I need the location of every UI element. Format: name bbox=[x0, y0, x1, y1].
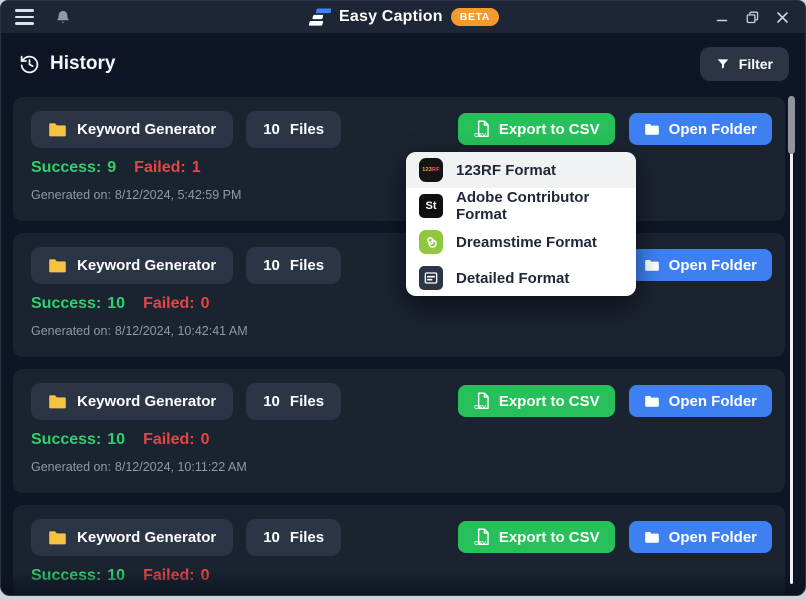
csv-file-icon: CSV bbox=[473, 392, 490, 410]
svg-text:CSV: CSV bbox=[474, 133, 486, 138]
open-folder-icon bbox=[644, 259, 660, 272]
folder-icon bbox=[48, 530, 67, 546]
source-chip-label: Keyword Generator bbox=[77, 257, 217, 274]
export-to-csv-button[interactable]: CSV Export to CSV bbox=[457, 521, 615, 553]
files-label: Files bbox=[289, 121, 325, 138]
files-label: Files bbox=[289, 257, 325, 274]
status-row: Success: 9 Failed: 1 bbox=[31, 159, 201, 177]
menu-item-adobe-contributor-format[interactable]: St Adobe Contributor Format bbox=[406, 188, 636, 224]
open-folder-button[interactable]: Open Folder bbox=[628, 249, 772, 281]
csv-file-icon: CSV bbox=[473, 528, 490, 546]
source-chip-label: Keyword Generator bbox=[77, 529, 217, 546]
123rf-icon: 123 RF bbox=[419, 158, 443, 182]
open-folder-button[interactable]: Open Folder bbox=[628, 113, 772, 145]
menu-item-label: Dreamstime Format bbox=[456, 233, 597, 251]
failed-count-text: Failed: 0 bbox=[143, 295, 210, 312]
dreamstime-spiral-icon bbox=[419, 230, 443, 254]
filter-button[interactable]: Filter bbox=[699, 47, 789, 81]
hamburger-menu-button[interactable] bbox=[15, 6, 41, 28]
detailed-list-icon bbox=[419, 266, 443, 290]
failed-count-text: Failed: 0 bbox=[143, 567, 210, 584]
window-close-button[interactable] bbox=[767, 4, 797, 30]
open-folder-icon bbox=[644, 531, 660, 544]
window-restore-button[interactable] bbox=[737, 4, 767, 30]
failed-count-text: Failed: 1 bbox=[134, 159, 201, 176]
history-card: Keyword Generator 10 Files CSV bbox=[13, 505, 785, 595]
export-button-label: Export to CSV bbox=[498, 120, 600, 138]
files-count-chip: 10 Files bbox=[246, 111, 342, 148]
history-card: Keyword Generator 10 Files CSV bbox=[13, 97, 785, 221]
history-icon bbox=[19, 54, 40, 75]
menu-item-detailed-format[interactable]: Detailed Format bbox=[406, 260, 636, 296]
history-card: Keyword Generator 10 Files CSV bbox=[13, 369, 785, 493]
app-title: Easy Caption bbox=[339, 8, 443, 25]
scrollbar-thumb[interactable] bbox=[788, 96, 795, 154]
files-count-chip: 10 Files bbox=[246, 519, 342, 556]
files-count-chip: 10 Files bbox=[246, 383, 342, 420]
export-to-csv-button[interactable]: CSV Export to CSV bbox=[457, 385, 615, 417]
files-label: Files bbox=[289, 393, 325, 410]
status-row: Success: 10 Failed: 0 bbox=[31, 431, 210, 449]
page-title: History bbox=[50, 53, 116, 74]
scrollbar-track[interactable] bbox=[790, 96, 793, 584]
generated-timestamp: Generated on: 8/12/2024, 10:11:22 AM bbox=[31, 460, 247, 474]
generated-timestamp: Generated on: 8/12/2024, 10:42:41 AM bbox=[31, 324, 248, 338]
source-chip: Keyword Generator bbox=[31, 383, 234, 420]
page-header: History Filter bbox=[1, 33, 805, 95]
app-window: Easy Caption BETA History Filter Keyword… bbox=[0, 0, 806, 596]
files-count: 10 bbox=[263, 121, 280, 138]
menu-item-label: Adobe Contributor Format bbox=[456, 189, 590, 223]
filter-button-label: Filter bbox=[738, 56, 773, 72]
open-folder-button-label: Open Folder bbox=[668, 392, 757, 410]
svg-text:CSV: CSV bbox=[474, 405, 486, 410]
open-folder-button[interactable]: Open Folder bbox=[628, 385, 772, 417]
open-folder-button-label: Open Folder bbox=[668, 120, 757, 138]
export-button-label: Export to CSV bbox=[498, 392, 600, 410]
success-count-text: Success: 10 bbox=[31, 431, 126, 448]
export-to-csv-button[interactable]: CSV Export to CSV bbox=[457, 113, 615, 145]
status-row: Success: 10 Failed: 0 bbox=[31, 567, 210, 585]
open-folder-button-label: Open Folder bbox=[668, 528, 757, 546]
success-count-text: Success: 9 bbox=[31, 159, 117, 176]
folder-icon bbox=[48, 258, 67, 274]
svg-text:CSV: CSV bbox=[474, 541, 486, 546]
generated-timestamp: Generated on: 8/12/2024, 5:42:59 PM bbox=[31, 188, 242, 202]
source-chip: Keyword Generator bbox=[31, 247, 234, 284]
history-card: Keyword Generator 10 Files CSV bbox=[13, 233, 785, 357]
open-folder-icon bbox=[644, 395, 660, 408]
window-minimize-button[interactable] bbox=[707, 4, 737, 30]
files-count: 10 bbox=[263, 393, 280, 410]
success-count-text: Success: 10 bbox=[31, 295, 126, 312]
csv-file-icon: CSV bbox=[473, 120, 490, 138]
open-folder-button[interactable]: Open Folder bbox=[628, 521, 772, 553]
menu-item-label: Detailed Format bbox=[456, 269, 570, 287]
files-count: 10 bbox=[263, 257, 280, 274]
adobe-stock-icon: St bbox=[419, 194, 443, 218]
status-row: Success: 10 Failed: 0 bbox=[31, 295, 210, 313]
titlebar: Easy Caption BETA bbox=[1, 1, 805, 33]
source-chip: Keyword Generator bbox=[31, 519, 234, 556]
export-button-label: Export to CSV bbox=[498, 528, 600, 546]
menu-item-123rf-format[interactable]: 123 RF 123RF Format bbox=[406, 152, 636, 188]
notifications-bell-icon[interactable] bbox=[55, 9, 71, 26]
history-list: Keyword Generator 10 Files CSV Export to… bbox=[13, 97, 785, 595]
app-logo-icon bbox=[307, 8, 331, 27]
files-count-chip: 10 Files bbox=[246, 247, 342, 284]
folder-icon bbox=[48, 122, 67, 138]
export-format-menu: 123 RF 123RF Format St Adobe Contributor … bbox=[406, 152, 636, 296]
open-folder-icon bbox=[644, 123, 660, 136]
filter-funnel-icon bbox=[716, 57, 730, 71]
menu-item-label: 123RF Format bbox=[456, 161, 557, 179]
source-chip-label: Keyword Generator bbox=[77, 121, 217, 138]
beta-badge: BETA bbox=[450, 8, 499, 26]
source-chip: Keyword Generator bbox=[31, 111, 234, 148]
files-count: 10 bbox=[263, 529, 280, 546]
folder-icon bbox=[48, 394, 67, 410]
open-folder-button-label: Open Folder bbox=[668, 256, 757, 274]
files-label: Files bbox=[289, 529, 325, 546]
menu-item-dreamstime-format[interactable]: Dreamstime Format bbox=[406, 224, 636, 260]
failed-count-text: Failed: 0 bbox=[143, 431, 210, 448]
source-chip-label: Keyword Generator bbox=[77, 393, 217, 410]
success-count-text: Success: 10 bbox=[31, 567, 126, 584]
